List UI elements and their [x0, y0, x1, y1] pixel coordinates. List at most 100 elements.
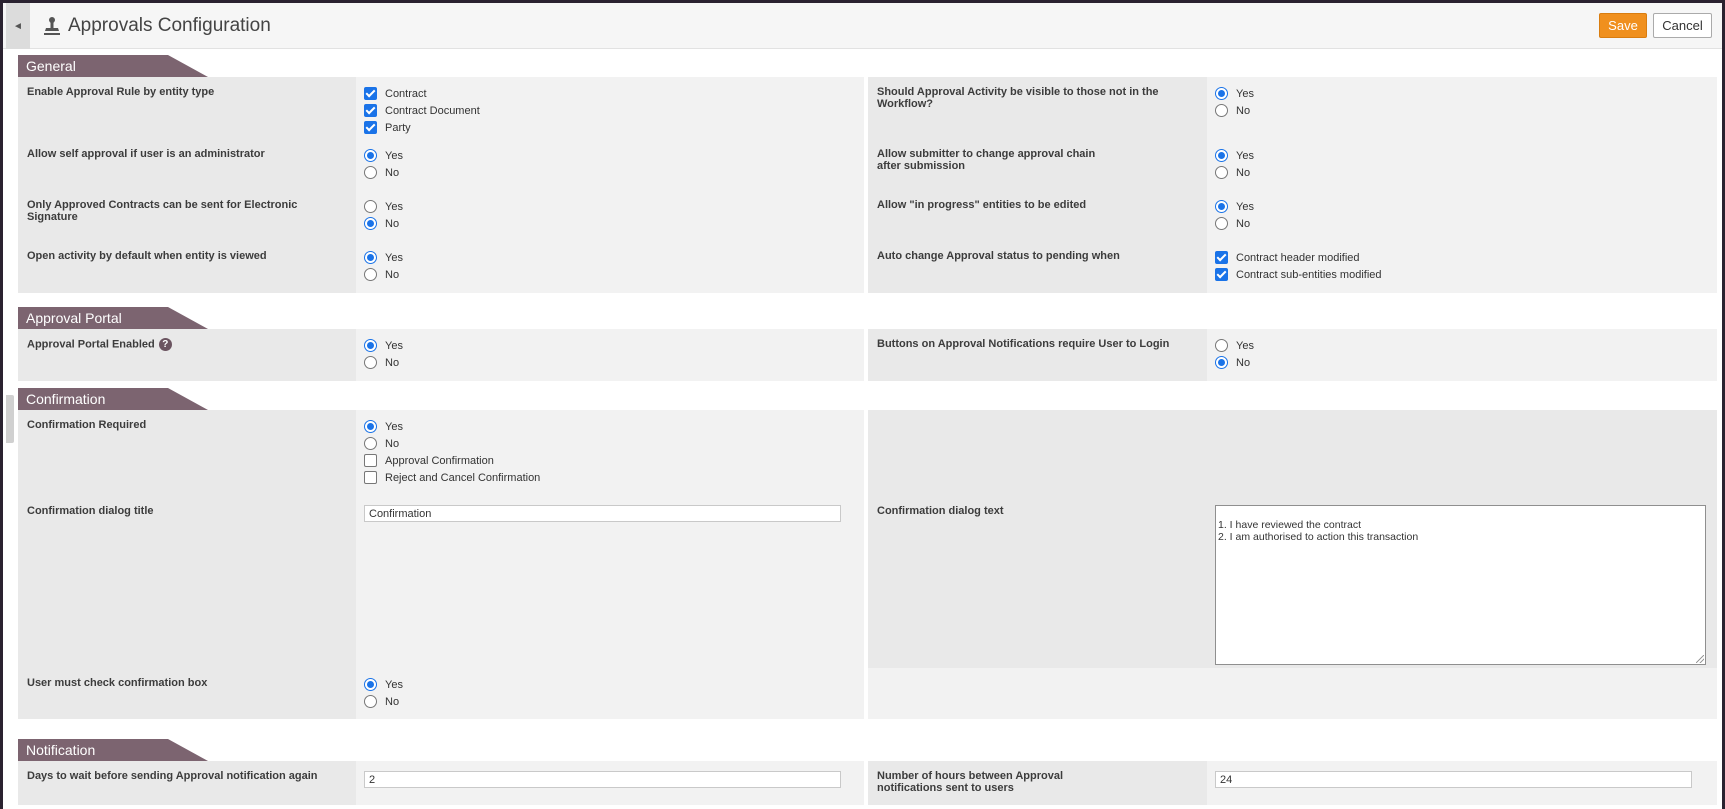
- field-label: User must check confirmation box: [27, 677, 208, 689]
- radio-yes[interactable]: Yes: [364, 337, 864, 354]
- radio[interactable]: [1215, 87, 1228, 100]
- section-confirmation: Confirmation Required Yes No Approval Co…: [18, 410, 1717, 719]
- radio[interactable]: [364, 268, 377, 281]
- resize-handle[interactable]: [1696, 655, 1704, 663]
- field-label: Buttons on Approval Notifications requir…: [877, 338, 1170, 350]
- radio-no[interactable]: No: [1215, 354, 1717, 371]
- radio-no[interactable]: No: [364, 435, 864, 452]
- radio-no[interactable]: No: [1215, 215, 1717, 232]
- confirmation-text-area[interactable]: 1. I have reviewed the contract 2. I am …: [1215, 505, 1706, 665]
- radio[interactable]: [1215, 339, 1228, 352]
- section-approval-portal: Approval Portal Enabled? Yes No Buttons …: [18, 329, 1717, 381]
- radio-yes[interactable]: Yes: [364, 147, 864, 164]
- section-title: Confirmation: [26, 391, 106, 407]
- checkbox-party[interactable]: Party: [364, 119, 864, 136]
- checkbox-contract[interactable]: Contract: [364, 85, 864, 102]
- radio[interactable]: [364, 356, 377, 369]
- hours-between-input[interactable]: [1215, 771, 1692, 788]
- settings-row: Days to wait before sending Approval not…: [18, 761, 1717, 805]
- settings-row: Confirmation dialog title Confirmation d…: [18, 496, 1717, 668]
- radio-yes[interactable]: Yes: [364, 198, 864, 215]
- field-label: Approval Portal Enabled?: [18, 329, 338, 351]
- settings-row: Enable Approval Rule by entity type Cont…: [18, 77, 1717, 139]
- radio-yes[interactable]: Yes: [1215, 85, 1717, 102]
- checkbox-contract-document[interactable]: Contract Document: [364, 102, 864, 119]
- field-label: Confirmation Required: [27, 419, 147, 431]
- radio-no[interactable]: No: [364, 164, 864, 181]
- field-label: Only Approved Contracts can be sent for …: [27, 199, 298, 223]
- checkbox-header-modified[interactable]: Contract header modified: [1215, 249, 1717, 266]
- confirmation-title-input[interactable]: [364, 505, 841, 522]
- radio[interactable]: [364, 678, 377, 691]
- checkbox[interactable]: [364, 104, 377, 117]
- checkbox[interactable]: [1215, 251, 1228, 264]
- radio-no[interactable]: No: [364, 266, 864, 283]
- radio-yes[interactable]: Yes: [364, 418, 864, 435]
- radio[interactable]: [364, 339, 377, 352]
- radio-yes[interactable]: Yes: [1215, 147, 1717, 164]
- section-header-confirmation: Confirmation: [18, 388, 208, 410]
- checkbox[interactable]: [364, 454, 377, 467]
- field-label: Allow "in progress" entities to be edite…: [877, 199, 1087, 211]
- radio-yes[interactable]: Yes: [1215, 198, 1717, 215]
- section-header-approval-portal: Approval Portal: [18, 307, 208, 329]
- field-label: Should Approval Activity be visible to t…: [877, 86, 1159, 110]
- radio[interactable]: [364, 695, 377, 708]
- radio[interactable]: [364, 217, 377, 230]
- checkbox-sub-entities-modified[interactable]: Contract sub-entities modified: [1215, 266, 1717, 283]
- section-notification: Days to wait before sending Approval not…: [18, 761, 1717, 805]
- radio[interactable]: [364, 149, 377, 162]
- field-label: Allow self approval if user is an admini…: [27, 148, 265, 160]
- save-button[interactable]: Save: [1599, 13, 1647, 38]
- checkbox-reject-cancel-confirmation[interactable]: Reject and Cancel Confirmation: [364, 469, 864, 486]
- field-label: Confirmation dialog text: [877, 505, 1004, 517]
- side-panel-handle[interactable]: [6, 395, 14, 443]
- checkbox[interactable]: [364, 121, 377, 134]
- checkbox-approval-confirmation[interactable]: Approval Confirmation: [364, 452, 864, 469]
- radio[interactable]: [1215, 356, 1228, 369]
- radio[interactable]: [1215, 200, 1228, 213]
- radio[interactable]: [364, 200, 377, 213]
- settings-row: Approval Portal Enabled? Yes No Buttons …: [18, 329, 1717, 381]
- radio[interactable]: [364, 420, 377, 433]
- radio[interactable]: [1215, 166, 1228, 179]
- radio[interactable]: [364, 437, 377, 450]
- section-general: Enable Approval Rule by entity type Cont…: [18, 77, 1717, 293]
- radio-no[interactable]: No: [1215, 102, 1717, 119]
- settings-row: Allow self approval if user is an admini…: [18, 139, 1717, 190]
- section-title: General: [26, 58, 76, 74]
- days-wait-input[interactable]: [364, 771, 841, 788]
- radio[interactable]: [364, 251, 377, 264]
- radio-no[interactable]: No: [364, 693, 864, 710]
- back-button[interactable]: ◄: [6, 3, 30, 49]
- radio-no[interactable]: No: [1215, 164, 1717, 181]
- radio-no[interactable]: No: [364, 354, 864, 371]
- field-label: Enable Approval Rule by entity type: [27, 86, 215, 98]
- settings-row: Confirmation Required Yes No Approval Co…: [18, 410, 1717, 496]
- section-header-notification: Notification: [18, 739, 208, 761]
- section-header-general: General: [18, 55, 208, 77]
- radio-no[interactable]: No: [364, 215, 864, 232]
- settings-row: User must check confirmation box Yes No: [18, 668, 1717, 719]
- stamp-icon: [44, 17, 60, 35]
- field-label: Auto change Approval status to pending w…: [877, 250, 1120, 262]
- field-label: Open activity by default when entity is …: [27, 250, 267, 262]
- triangle-left-icon: ◄: [13, 20, 23, 32]
- cancel-button[interactable]: Cancel: [1653, 13, 1712, 38]
- question-circle-icon[interactable]: ?: [158, 338, 172, 351]
- radio-yes[interactable]: Yes: [364, 676, 864, 693]
- radio[interactable]: [1215, 149, 1228, 162]
- radio-yes[interactable]: Yes: [1215, 337, 1717, 354]
- settings-row: Open activity by default when entity is …: [18, 241, 1717, 293]
- app-frame: ◄ Approvals Configuration Save Cancel Ge…: [3, 3, 1722, 809]
- checkbox[interactable]: [1215, 268, 1228, 281]
- settings-row: Only Approved Contracts can be sent for …: [18, 190, 1717, 241]
- radio[interactable]: [1215, 104, 1228, 117]
- checkbox[interactable]: [364, 87, 377, 100]
- radio-yes[interactable]: Yes: [364, 249, 864, 266]
- field-label: Confirmation dialog title: [27, 505, 154, 517]
- radio[interactable]: [364, 166, 377, 179]
- radio[interactable]: [1215, 217, 1228, 230]
- checkbox[interactable]: [364, 471, 377, 484]
- page-header: ◄ Approvals Configuration Save Cancel: [3, 3, 1722, 49]
